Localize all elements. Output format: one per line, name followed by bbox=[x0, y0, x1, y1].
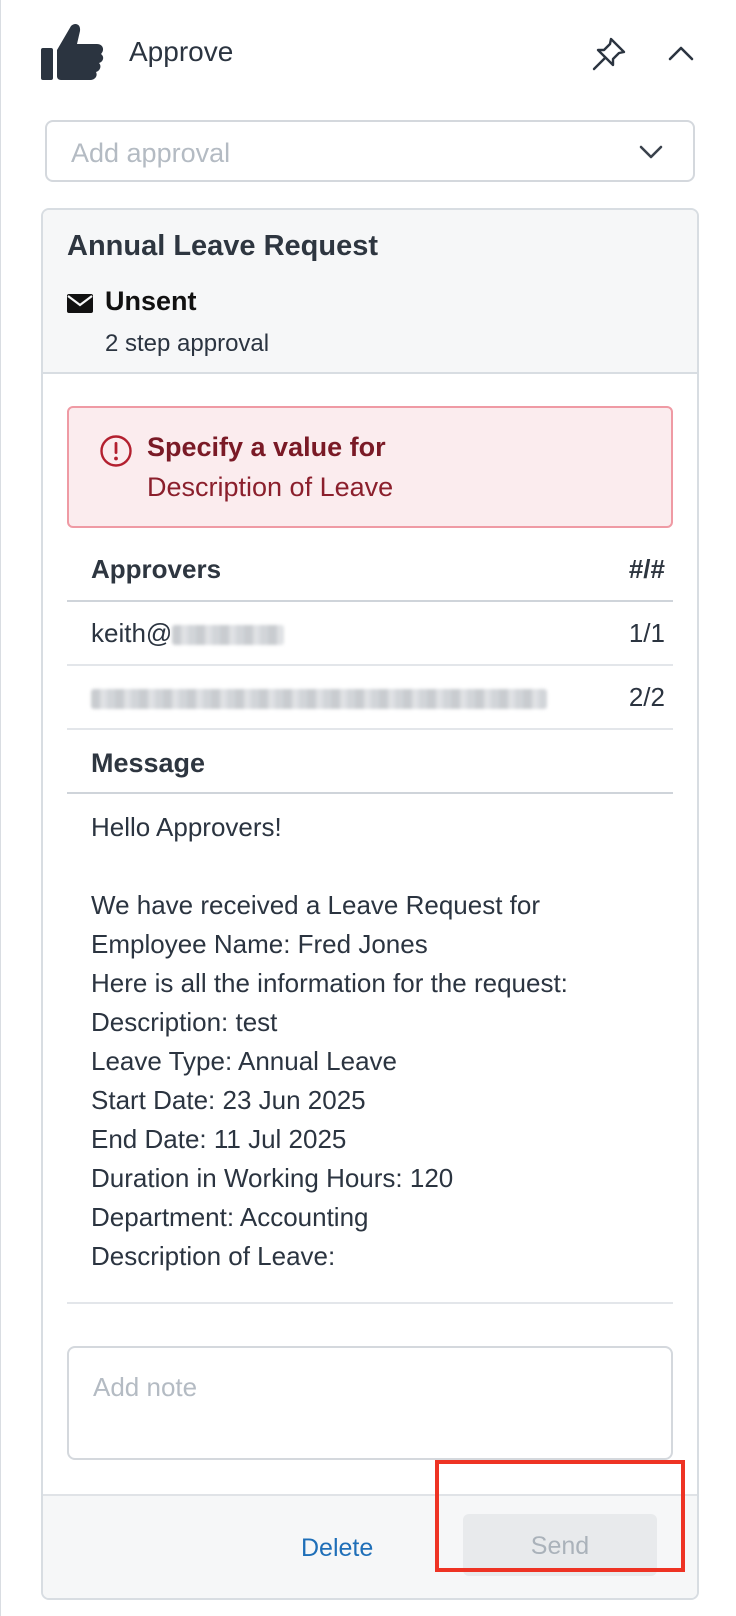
approver-step: 2/2 bbox=[628, 682, 665, 712]
panel-header: Approve bbox=[1, 0, 736, 110]
approvers-table: Approvers #/# keith@ 1/1 2/2 bbox=[67, 538, 673, 730]
message-line: Description: test bbox=[91, 1007, 278, 1037]
approver-email-prefix: keith@ bbox=[91, 618, 173, 648]
message-line: Description of Leave: bbox=[91, 1241, 336, 1271]
approver-email: keith@ bbox=[91, 618, 285, 649]
approve-panel: Approve Add approval Annual Leave Reques… bbox=[0, 0, 736, 1616]
alert-title: Specify a value for bbox=[147, 432, 386, 462]
approval-card: Annual Leave Request Unsent 2 step appro… bbox=[41, 208, 699, 1600]
redacted-domain bbox=[172, 625, 285, 646]
step-column-header: #/# bbox=[628, 554, 665, 584]
table-row: keith@ 1/1 bbox=[67, 602, 673, 666]
message-line: Department: Accounting bbox=[91, 1202, 369, 1232]
status-label: Unsent bbox=[105, 286, 197, 316]
approvers-column-header: Approvers bbox=[91, 554, 222, 584]
chevron-down-icon bbox=[639, 145, 663, 159]
message-line: Start Date: 23 Jun 2025 bbox=[91, 1085, 366, 1115]
message-line: Employee Name: Fred Jones bbox=[91, 929, 428, 959]
message-line: Hello Approvers! bbox=[91, 812, 282, 842]
message-body: Hello Approvers! We have received a Leav… bbox=[67, 794, 673, 1304]
delete-button[interactable]: Delete bbox=[301, 1534, 373, 1563]
step-count: 2 step approval bbox=[105, 330, 270, 357]
envelope-icon bbox=[67, 294, 93, 313]
pin-icon[interactable] bbox=[589, 34, 629, 74]
thumbs-up-icon bbox=[41, 23, 104, 81]
send-highlight-box bbox=[435, 1460, 685, 1572]
message-line: Here is all the information for the requ… bbox=[91, 968, 568, 998]
message-line: End Date: 11 Jul 2025 bbox=[91, 1124, 347, 1154]
add-note-input[interactable]: Add note bbox=[67, 1346, 673, 1460]
message-header: Message bbox=[67, 732, 673, 794]
add-note-placeholder: Add note bbox=[93, 1372, 198, 1402]
message-label: Message bbox=[91, 748, 206, 778]
approver-email bbox=[91, 682, 547, 713]
add-approval-placeholder: Add approval bbox=[71, 138, 231, 168]
redacted-email bbox=[91, 689, 547, 710]
approvers-header: Approvers #/# bbox=[67, 538, 673, 602]
table-row: 2/2 bbox=[67, 666, 673, 730]
card-header: Annual Leave Request Unsent 2 step appro… bbox=[43, 210, 697, 374]
exclamation-circle-icon bbox=[100, 435, 132, 467]
message-line: We have received a Leave Request for bbox=[91, 890, 541, 920]
add-approval-select[interactable]: Add approval bbox=[45, 120, 695, 182]
message-line: Leave Type: Annual Leave bbox=[91, 1046, 397, 1076]
validation-alert: Specify a value for Description of Leave bbox=[67, 406, 673, 528]
chevron-up-icon[interactable] bbox=[665, 38, 697, 70]
message-line: Duration in Working Hours: 120 bbox=[91, 1163, 454, 1193]
approver-step: 1/1 bbox=[628, 618, 665, 648]
panel-title: Approve bbox=[129, 36, 234, 67]
card-title: Annual Leave Request bbox=[67, 230, 379, 262]
alert-field: Description of Leave bbox=[147, 472, 394, 502]
